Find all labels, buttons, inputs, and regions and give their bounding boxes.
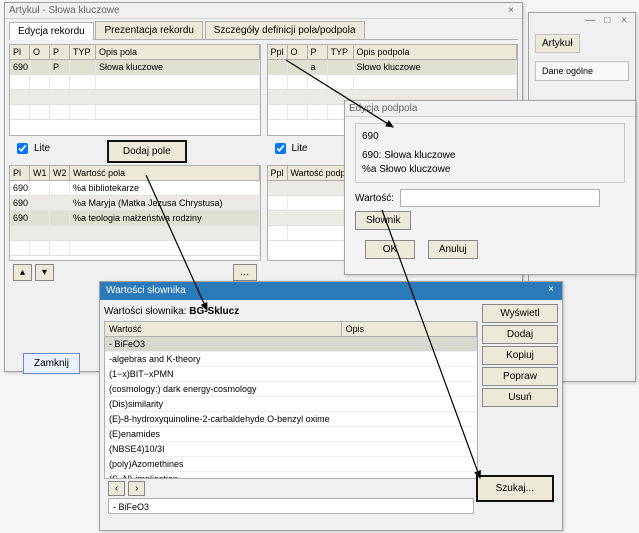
col-head: Opis podpola (354, 45, 518, 59)
nav-first-button[interactable]: … (233, 264, 257, 281)
dict-row[interactable]: (S, N)-implication (105, 472, 477, 479)
col-head: Ppl (268, 166, 288, 180)
tabs: Edycja rekordu Prezentacja rekordu Szcze… (9, 21, 518, 40)
dict-row[interactable]: - BiFeO3 (105, 337, 477, 352)
ok-button[interactable]: OK (365, 240, 415, 259)
col-head: Wartość (105, 322, 342, 336)
dict-next-button[interactable]: › (128, 481, 145, 496)
edycja-podpola-window: Edycja podpola 690 690: Słowa kluczowe %… (344, 100, 636, 275)
col-head: P (308, 45, 328, 59)
grid-pola: Pl O P TYP Opis pola 690 P Słowa kluczow… (9, 44, 261, 136)
window-controls: — □ × (529, 13, 635, 28)
grid-row-empty (268, 75, 518, 90)
col-head: Opis (342, 322, 477, 336)
tab-artykul[interactable]: Artykuł (535, 34, 580, 53)
col-head: Wartość pola (70, 166, 260, 180)
grid-row[interactable]: 690%a bibliotekarze (10, 181, 260, 196)
anuluj-button[interactable]: Anuluj (428, 240, 478, 259)
dict-prev-button[interactable]: ‹ (108, 481, 125, 496)
dict-label: Wartości słownika: BG-Sklucz (104, 304, 478, 321)
wyswietl-button[interactable]: Wyświetl (482, 304, 558, 323)
col-head: W1 (30, 166, 50, 180)
col-head: O (288, 45, 308, 59)
grid-row[interactable]: a Słowo kluczowe (268, 60, 518, 75)
szukaj-button[interactable]: Szukaj... (476, 475, 554, 502)
col-head: Pl (10, 45, 30, 59)
wartosci-slownika-window: Wartości słownika × Wartości słownika: B… (99, 281, 563, 531)
minimize-icon[interactable]: — (583, 15, 597, 26)
panel-dane-ogolne: Dane ogólne (535, 61, 629, 81)
nav-down-button[interactable]: ▾ (35, 264, 54, 281)
grid-row-empty (10, 75, 260, 90)
dict-row[interactable]: -algebras and K-theory (105, 352, 477, 367)
grid-row[interactable]: 690%a Maryja (Matka Jezusa Chrystusa) (10, 196, 260, 211)
add-field-button[interactable]: Dodaj pole (107, 140, 187, 163)
close-icon[interactable]: × (544, 284, 558, 296)
popraw-button[interactable]: Popraw (482, 367, 558, 386)
grid-wartosc-pola: Pl W1 W2 Wartość pola 690%a bibliotekarz… (9, 165, 261, 261)
slownik-button[interactable]: Słownik (355, 211, 411, 230)
checkbox-lite-right[interactable]: Lite (271, 140, 308, 157)
window-title: Wartości słownika (106, 285, 186, 296)
grid-row-empty (10, 105, 260, 120)
dict-row[interactable]: (NBSE4)10/3I (105, 442, 477, 457)
grid-row-empty (10, 241, 260, 256)
col-head: W2 (50, 166, 70, 180)
col-head: Opis pola (96, 45, 260, 59)
dict-selected-display: - BiFeO3 (108, 498, 474, 514)
usun-button[interactable]: Usuń (482, 388, 558, 407)
close-icon[interactable]: × (504, 5, 518, 17)
checkbox-lite-right-input[interactable] (275, 143, 286, 154)
value-input[interactable] (400, 189, 600, 207)
tab-edycja-rekordu[interactable]: Edycja rekordu (9, 22, 94, 40)
dict-grid[interactable]: Wartość Opis - BiFeO3-algebras and K-the… (104, 321, 478, 479)
titlebar-sub: Edycja podpola (345, 101, 635, 117)
dict-row[interactable]: (1−x)BIT−xPMN (105, 367, 477, 382)
grid-row-empty (10, 226, 260, 241)
field-info-box: 690 690: Słowa kluczowe %a Słowo kluczow… (355, 123, 625, 183)
dict-row[interactable]: (E)enamides (105, 427, 477, 442)
dict-row[interactable]: (Dis)similarity (105, 397, 477, 412)
titlebar-dict: Wartości słownika × (100, 282, 562, 300)
checkbox-lite[interactable]: Lite (13, 140, 50, 157)
maximize-icon[interactable]: □ (600, 15, 614, 26)
col-head: O (30, 45, 50, 59)
dict-row[interactable]: (E)-8-hydroxyquinoline-2-carbaldehyde O-… (105, 412, 477, 427)
value-label: Wartość: (355, 193, 394, 204)
tab-szczegoly[interactable]: Szczegóły definicji pola/podpola (205, 21, 365, 39)
tab-prezentacja-rekordu[interactable]: Prezentacja rekordu (95, 21, 203, 39)
dict-row[interactable]: (poly)Azomethines (105, 457, 477, 472)
kopiuj-button[interactable]: Kopiuj (482, 346, 558, 365)
window-title: Edycja podpola (349, 103, 417, 114)
grid-row[interactable]: 690 P Słowa kluczowe (10, 60, 260, 75)
grid-row[interactable]: 690%a teologia małżeństwa rodziny (10, 211, 260, 226)
dodaj-button[interactable]: Dodaj (482, 325, 558, 344)
titlebar-main: Artykuł - Słowa kluczowe × (5, 3, 522, 19)
close-icon[interactable]: × (617, 15, 631, 26)
col-head: P (50, 45, 70, 59)
col-head: TYP (70, 45, 96, 59)
close-button[interactable]: Zamknij (23, 353, 80, 374)
col-head: Ppl (268, 45, 288, 59)
col-head: Pl (10, 166, 30, 180)
nav-up-button[interactable]: ▴ (13, 264, 32, 281)
checkbox-lite-input[interactable] (17, 143, 28, 154)
window-title: Artykuł - Słowa kluczowe (9, 5, 120, 16)
col-head: TYP (328, 45, 354, 59)
grid-row-empty (10, 90, 260, 105)
nav-buttons: ▴ ▾ … (13, 264, 257, 281)
dict-row[interactable]: (cosmology:) dark energy-cosmology (105, 382, 477, 397)
field-code: 690 (362, 131, 618, 142)
